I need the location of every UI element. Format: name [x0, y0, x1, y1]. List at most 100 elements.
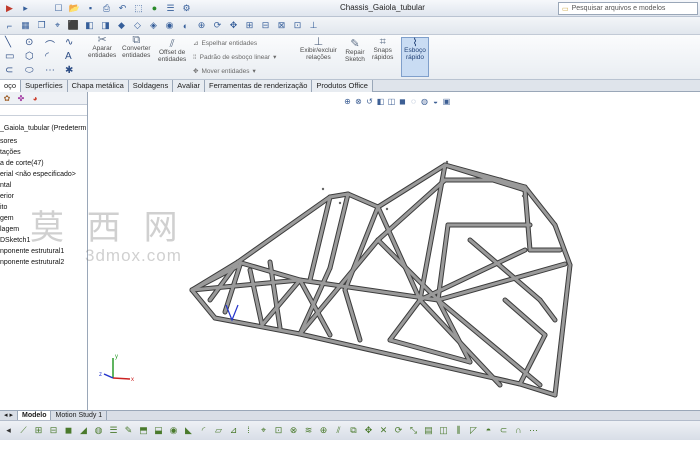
view-settings-icon[interactable]: ▣: [442, 97, 451, 106]
select-icon[interactable]: ⬚: [132, 2, 145, 15]
hole-icon[interactable]: ◉: [167, 424, 180, 437]
tab-modelo[interactable]: Modelo: [17, 411, 52, 420]
pan-icon[interactable]: ✥: [227, 19, 240, 32]
repair-sketch-button[interactable]: ✎ Repair Sketch: [345, 39, 365, 64]
view-orientation-icon[interactable]: ◧: [83, 19, 96, 32]
tab-soldagens[interactable]: Soldagens: [128, 79, 174, 92]
tube-member[interactable]: [248, 268, 264, 327]
section-icon[interactable]: ◇: [131, 19, 144, 32]
tab-superficies[interactable]: Superfícies: [21, 79, 68, 92]
display-icon[interactable]: ◈: [147, 19, 160, 32]
tube-member[interactable]: [346, 192, 380, 209]
move-copy-icon[interactable]: ✥: [362, 424, 375, 437]
tube-member[interactable]: [553, 223, 572, 267]
centerline-icon[interactable]: ⋯: [45, 65, 55, 76]
end-cap-icon[interactable]: ◼: [62, 424, 75, 437]
tree-root[interactable]: _Gaiola_tubular (Predeterm: [0, 125, 86, 132]
tab-produtos-office[interactable]: Produtos Office: [312, 79, 373, 92]
tree-item-3dsketch1[interactable]: DSketch1: [0, 237, 30, 244]
plane-icon[interactable]: ⊡: [291, 19, 304, 32]
chamfer-icon[interactable]: ◣: [182, 424, 195, 437]
tube-member[interactable]: [388, 298, 422, 342]
split-icon[interactable]: ⫽: [332, 424, 345, 437]
wrap-icon[interactable]: ⊂: [497, 424, 510, 437]
tree-item-componente-estrutural1[interactable]: nponente estrutural1: [0, 248, 64, 255]
section-properties-icon[interactable]: ⊡: [272, 424, 285, 437]
draft-icon[interactable]: ◸: [467, 424, 480, 437]
spline-icon[interactable]: ∿: [65, 37, 73, 48]
tube-member[interactable]: [328, 192, 350, 270]
combine-icon[interactable]: ⧉: [347, 424, 360, 437]
hidden-lines-icon[interactable]: ◨: [99, 19, 112, 32]
tab-chapa-metalica[interactable]: Chapa metálica: [67, 79, 129, 92]
scroll-arrows[interactable]: ◂ ▸: [0, 411, 18, 420]
zoom-to-fit-icon[interactable]: ⊕: [343, 97, 352, 106]
weld-bead-icon[interactable]: ≋: [302, 424, 315, 437]
weldment-icon[interactable]: ⊞: [32, 424, 45, 437]
rapid-sketch-button[interactable]: ⌇ Esboço rápido: [401, 37, 429, 77]
trim-entities-button[interactable]: ✂ Aparar entidades: [88, 35, 116, 60]
previous-view-icon[interactable]: ↺: [365, 97, 374, 106]
print-icon[interactable]: ⎙: [100, 2, 113, 15]
axis-icon[interactable]: ⊥: [307, 19, 320, 32]
hide-show-icon[interactable]: ◌: [409, 97, 418, 106]
point-icon[interactable]: ✱: [65, 65, 73, 76]
circle-icon[interactable]: ⊙: [25, 37, 33, 48]
appearance-icon[interactable]: ◉: [163, 19, 176, 32]
mirror-entities-button[interactable]: ⊿ Espelhar entidades: [193, 39, 257, 48]
tab-esboco[interactable]: oço: [0, 79, 22, 92]
view-orientation-icon[interactable]: ◫: [387, 97, 396, 106]
pattern-icon[interactable]: ⁞: [242, 424, 255, 437]
text-icon[interactable]: A: [65, 51, 72, 62]
structural-member-icon[interactable]: ⟋: [17, 424, 30, 437]
trim-extend-icon[interactable]: ⊟: [47, 424, 60, 437]
rotate-body-icon[interactable]: ⟳: [392, 424, 405, 437]
rib-icon[interactable]: ⫼: [452, 424, 465, 437]
tree-item-direito[interactable]: ito: [0, 204, 7, 211]
shaded-icon[interactable]: ◆: [115, 19, 128, 32]
line-icon[interactable]: ╲: [5, 37, 11, 48]
view-box-icon[interactable]: ▦: [19, 19, 32, 32]
property-manager-icon[interactable]: ✿: [1, 93, 13, 104]
scale-icon[interactable]: ⤡: [407, 424, 420, 437]
rotate-icon[interactable]: ⟳: [211, 19, 224, 32]
cut-list-icon[interactable]: ☰: [107, 424, 120, 437]
tree-item-superior[interactable]: erior: [0, 193, 14, 200]
move-entities-button[interactable]: ✥ Mover entidades ▾: [193, 67, 256, 76]
measure-icon[interactable]: ⊞: [243, 19, 256, 32]
solidworks-logo-icon[interactable]: ▶: [3, 2, 16, 15]
dropdown-arrow-icon[interactable]: ▾: [273, 53, 276, 61]
delete-body-icon[interactable]: ✕: [377, 424, 390, 437]
open-folder-icon[interactable]: 📂: [68, 2, 81, 15]
tree-item-anotacoes[interactable]: tações: [0, 149, 21, 156]
plane-icon[interactable]: ▱: [212, 424, 225, 437]
tree-item-origem[interactable]: gem: [0, 215, 14, 222]
tube-member[interactable]: [213, 316, 302, 336]
zoom-icon[interactable]: ⊕: [195, 19, 208, 32]
arc-icon[interactable]: ⌒: [45, 37, 55, 52]
menu-arrow-icon[interactable]: ▸: [19, 2, 32, 15]
section-view-icon[interactable]: ◧: [376, 97, 385, 106]
ellipse-icon[interactable]: ⬭: [25, 65, 34, 76]
rebuild-icon[interactable]: ●: [148, 2, 161, 15]
polygon-icon[interactable]: ⬡: [25, 51, 34, 62]
group-icon[interactable]: ⊕: [317, 424, 330, 437]
tree-item-frontal[interactable]: ntal: [0, 182, 11, 189]
fillet-bead-icon[interactable]: ◍: [92, 424, 105, 437]
apply-scene-icon[interactable]: ◒: [431, 97, 440, 106]
extrude-boss-icon[interactable]: ⬒: [137, 424, 150, 437]
intersect-icon[interactable]: ∩: [512, 424, 525, 437]
configuration-manager-icon[interactable]: ✤: [15, 93, 27, 104]
display-style-icon[interactable]: ◼: [398, 97, 407, 106]
feature-filter[interactable]: [0, 107, 87, 116]
sketch-3d-icon[interactable]: ✎: [122, 424, 135, 437]
thicken-icon[interactable]: ▤: [422, 424, 435, 437]
cube-icon[interactable]: ⬛: [67, 19, 80, 32]
rectangle-icon[interactable]: ▭: [5, 51, 14, 62]
file-properties-icon[interactable]: ☰: [164, 2, 177, 15]
tree-item-soldagem[interactable]: lagem: [0, 226, 19, 233]
more-tools-icon[interactable]: ⋯: [527, 424, 540, 437]
search-input[interactable]: ▭ Pesquisar arquivos e modelos: [558, 2, 698, 15]
reference-icon[interactable]: ⊠: [275, 19, 288, 32]
tube-member[interactable]: [298, 238, 380, 336]
